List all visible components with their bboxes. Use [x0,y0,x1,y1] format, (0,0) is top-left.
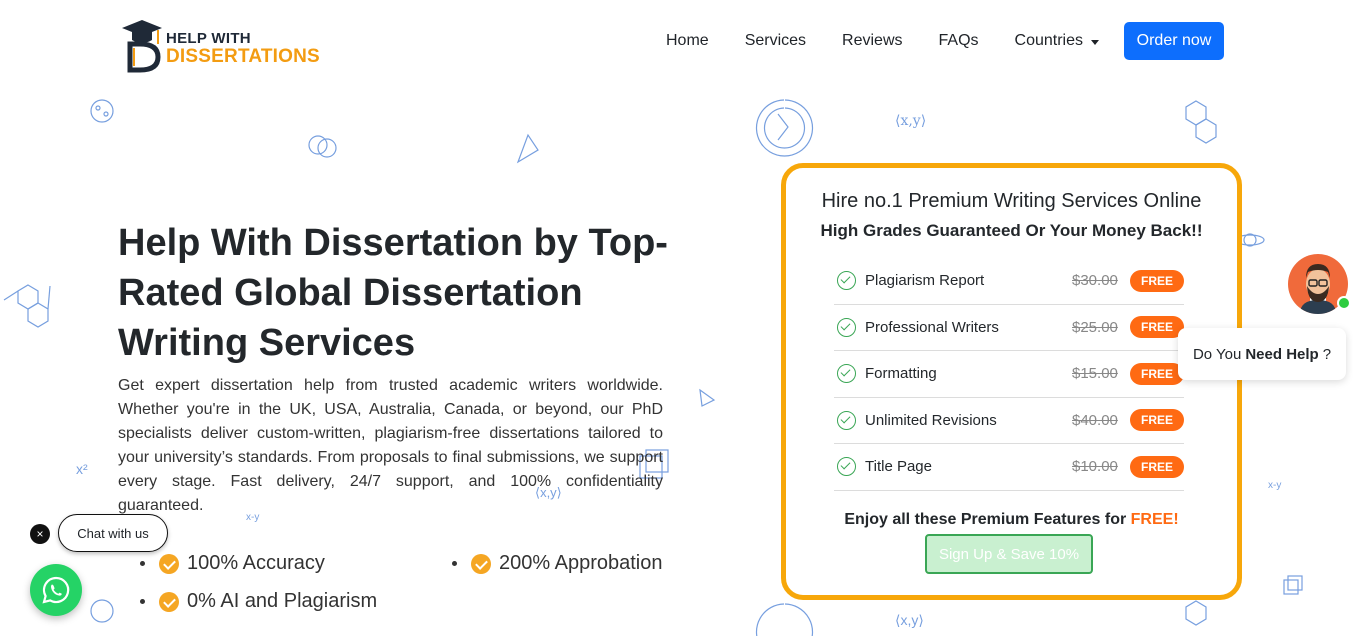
bullet-dot [140,561,145,566]
feature-name: Unlimited Revisions [865,411,997,429]
feature-name: Professional Writers [865,318,999,336]
bullet-ai-plagiarism: 0% AI and Plagiarism [140,590,377,613]
check-circle-icon [837,364,856,384]
free-badge: FREE [1130,269,1184,292]
need-help-bubble[interactable]: Do You Need Help ? [1178,328,1346,380]
main-navigation: Home Services Reviews FAQs Countries [666,22,1127,60]
nav-reviews[interactable]: Reviews [842,32,902,50]
bullet-accuracy: 100% Accuracy [140,552,325,575]
hero-title: Help With Dissertation by Top-Rated Glob… [118,222,668,364]
nav-services[interactable]: Services [745,32,806,50]
caret-down-icon [1091,39,1100,45]
brand-logo[interactable]: HELP WITH DISSERTATIONS [118,18,328,76]
feature-name: Title Page [865,458,932,476]
offer-heading: Hire no.1 Premium Writing Services Onlin… [821,190,1202,212]
online-status-dot [1337,296,1351,310]
bullet-dot [140,599,145,604]
bullet-dot [452,561,457,566]
feature-name: Plagiarism Report [865,272,985,290]
free-badge: FREE [1130,455,1184,478]
feature-name: Formatting [865,365,937,383]
whatsapp-icon [42,576,70,604]
feature-list: Plagiarism Report $30.00 FREE Profession… [834,258,1184,491]
svg-text:⟨x,y⟩: ⟨x,y⟩ [895,612,924,628]
svg-text:x-y: x-y [1268,480,1281,491]
nav-home[interactable]: Home [666,32,709,50]
bullet-approbation: 200% Approbation [452,552,662,575]
bullet-label: 100% Accuracy [187,552,325,574]
feature-row: Professional Writers $25.00 FREE [834,305,1184,351]
nav-countries-label: Countries [1014,32,1084,49]
check-circle-icon [159,591,179,612]
need-help-suffix: ? [1322,345,1332,363]
feature-row: Formatting $15.00 FREE [834,351,1184,398]
bullet-label: 200% Approbation [499,552,663,574]
check-circle-icon [837,457,856,477]
check-circle-icon [837,410,856,430]
chat-with-us-label[interactable]: Chat with us [58,514,168,552]
check-circle-icon [837,271,856,291]
free-badge: FREE [1130,362,1184,385]
feature-row: Title Page $10.00 FREE [834,444,1184,491]
nav-faqs[interactable]: FAQs [939,32,979,50]
logo-text-line1: HELP WITH [166,30,251,47]
check-circle-icon [837,317,856,337]
logo-text-line2: DISSERTATIONS [166,46,320,67]
chat-close-button[interactable]: × [30,524,50,544]
svg-text:⟨x,y⟩: ⟨x,y⟩ [895,113,926,129]
premium-offer-card: Hire no.1 Premium Writing Services Onlin… [781,163,1242,600]
feature-old-price: $25.00 [1072,318,1118,336]
order-now-button[interactable]: Order now [1124,22,1224,60]
graduation-cap-logo-icon [122,20,162,73]
feature-row: Unlimited Revisions $40.00 FREE [834,398,1184,444]
feature-old-price: $10.00 [1072,458,1118,476]
feature-old-price: $40.00 [1072,411,1118,429]
signup-save-button[interactable]: Sign Up & Save 10% [925,534,1093,574]
nav-countries-dropdown[interactable]: Countries [1014,32,1100,50]
bullet-label: 0% AI and Plagiarism [187,590,378,612]
offer-summary-text: Enjoy all these Premium Features for [844,511,1127,528]
svg-text:x²: x² [76,461,88,477]
free-badge: FREE [1130,316,1184,339]
free-badge: FREE [1130,409,1184,432]
need-help-bold: Need Help [1245,345,1319,363]
check-circle-icon [471,553,491,574]
need-help-prefix: Do You [1192,345,1242,363]
feature-row: Plagiarism Report $30.00 FREE [834,258,1184,305]
offer-summary-free: FREE! [1130,511,1179,528]
feature-old-price: $15.00 [1072,365,1118,383]
offer-summary: Enjoy all these Premium Features for FRE… [786,511,1237,529]
check-circle-icon [159,553,179,574]
feature-old-price: $30.00 [1072,272,1118,290]
hero-description: Get expert dissertation help from truste… [118,377,663,514]
whatsapp-chat-button[interactable] [30,564,82,616]
offer-subheading: High Grades Guaranteed Or Your Money Bac… [820,221,1203,240]
